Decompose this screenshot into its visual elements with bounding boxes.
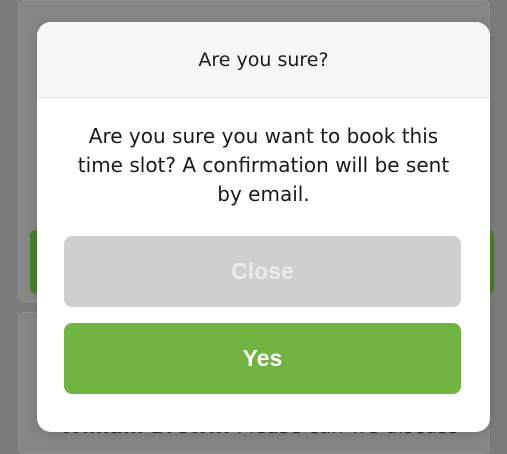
dialog-message: Are you sure you want to book this time … [77, 124, 450, 206]
dialog-header: Are you sure? [37, 22, 490, 98]
yes-button[interactable]: Yes [64, 323, 461, 394]
close-button[interactable]: Close [64, 236, 461, 307]
dialog-title: Are you sure? [198, 48, 329, 71]
close-button-label: Close [231, 258, 294, 284]
yes-button-label: Yes [242, 345, 283, 371]
confirmation-dialog: Are you sure? Are you sure you want to b… [37, 22, 490, 432]
